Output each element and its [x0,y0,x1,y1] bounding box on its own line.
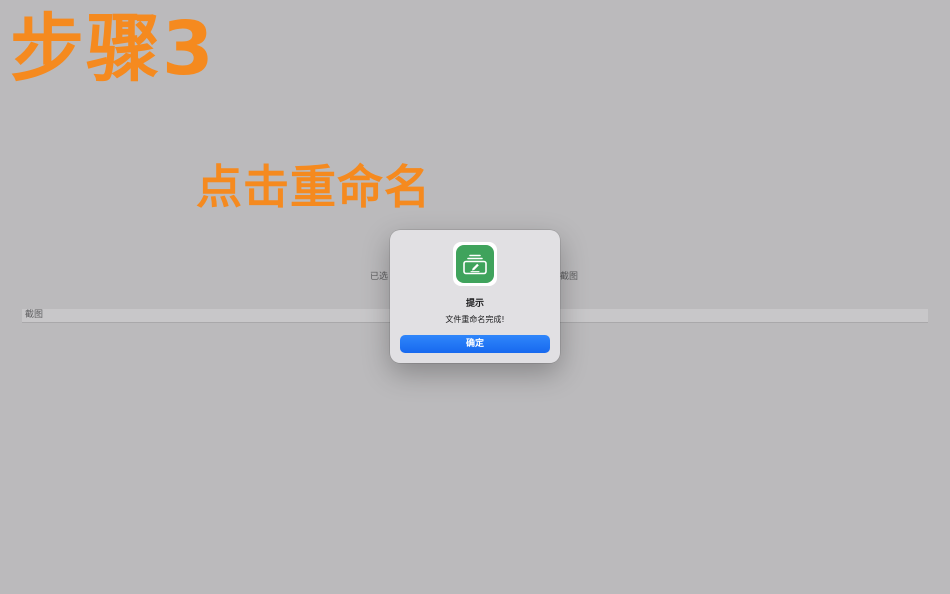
selection-info-right: 截图 [560,272,579,282]
dialog-message: 文件重命名完成! [445,315,505,324]
dialog-title: 提示 [465,299,484,309]
instruction-text: 点击重命名 [196,160,431,214]
step-title: 步骤3 [10,6,216,92]
rename-app-icon [453,242,497,286]
folder-pencil-icon [463,254,487,275]
selection-info-left: 已选 [370,272,389,282]
ok-button[interactable]: 确定 [400,335,550,353]
screen: 步骤3 点击重命名 已选 截图 截图 提示 文件重命名完成! 确定 [0,0,950,594]
alert-dialog: 提示 文件重命名完成! 确定 [390,230,560,363]
file-list-row-label: 截图 [25,310,44,320]
